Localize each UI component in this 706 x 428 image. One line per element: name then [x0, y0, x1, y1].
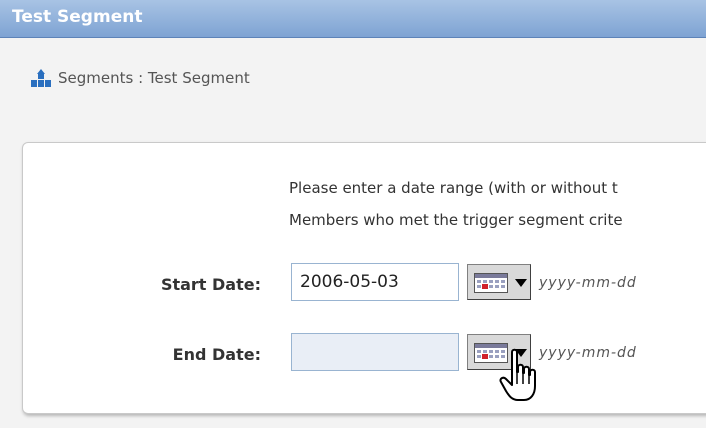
calendar-icon [474, 273, 508, 293]
start-date-input[interactable] [291, 263, 459, 301]
content-area: Please enter a date range (with or witho… [0, 118, 706, 428]
start-date-label: Start Date: [160, 275, 261, 294]
end-date-input[interactable] [291, 333, 459, 371]
segments-icon [31, 69, 51, 87]
breadcrumb-text[interactable]: Segments : Test Segment [58, 69, 250, 87]
end-date-label: End Date: [172, 345, 261, 364]
instruction-line-1: Please enter a date range (with or witho… [289, 179, 618, 197]
window-title: Test Segment [12, 7, 143, 27]
window-titlebar: Test Segment [0, 0, 706, 38]
end-date-format-hint: yyyy-mm-dd [539, 345, 637, 361]
date-range-panel: Please enter a date range (with or witho… [22, 142, 706, 414]
start-date-format-hint: yyyy-mm-dd [539, 275, 637, 291]
start-date-calendar-button[interactable] [467, 264, 531, 300]
hand-cursor-icon [499, 348, 536, 401]
chevron-down-icon [515, 279, 527, 287]
instruction-line-2: Members who met the trigger segment crit… [289, 211, 623, 229]
breadcrumb: Segments : Test Segment [0, 38, 706, 118]
